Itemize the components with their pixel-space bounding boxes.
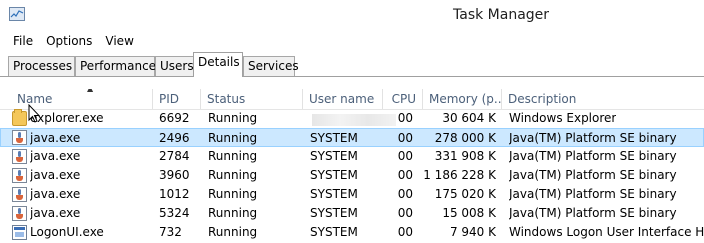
sort-ascending-icon: ▲ [87, 89, 93, 94]
process-pid: 732 [159, 225, 182, 239]
process-pid: 1012 [159, 187, 190, 201]
table-row-selected[interactable]: java.exe 2496 Running SYSTEM 00 278 000 … [0, 128, 704, 147]
table-row[interactable]: java.exe 1012 Running SYSTEM 00 175 020 … [0, 185, 704, 204]
process-name: java.exe [30, 168, 81, 182]
process-user: SYSTEM [310, 206, 358, 220]
process-description: Java(TM) Platform SE binary [509, 149, 677, 163]
window-title: Task Manager [453, 7, 550, 23]
table-row[interactable]: java.exe 5324 Running SYSTEM 00 15 008 K… [0, 204, 704, 223]
process-status: Running [208, 111, 258, 125]
process-user: SYSTEM [310, 149, 358, 163]
process-status: Running [208, 149, 258, 163]
process-user: SYSTEM [310, 131, 358, 145]
process-status: Running [208, 187, 258, 201]
process-pid: 5324 [159, 206, 190, 220]
menu-bar: File Options View [0, 32, 704, 52]
table-row[interactable]: java.exe 2784 Running SYSTEM 00 331 908 … [0, 147, 704, 166]
tab-strip: Processes Performance Users Details Serv… [8, 52, 704, 77]
process-memory: 7 940 K [449, 225, 496, 239]
table-row[interactable]: LogonUI.exe 732 Running SYSTEM 00 7 940 … [0, 223, 704, 242]
process-name: LogonUI.exe [30, 225, 104, 239]
menu-file[interactable]: File [0, 32, 39, 52]
tab-processes[interactable]: Processes [8, 56, 75, 76]
process-name: explorer.exe [30, 111, 104, 125]
process-user: SYSTEM [310, 187, 358, 201]
menu-view[interactable]: View [98, 32, 139, 52]
process-pid: 2496 [159, 131, 190, 145]
column-header-status[interactable]: Status [201, 89, 303, 109]
process-name: java.exe [30, 149, 81, 163]
process-memory: 15 008 K [442, 206, 496, 220]
process-status: Running [208, 206, 258, 220]
process-user: SYSTEM [310, 225, 358, 239]
process-name: java.exe [30, 131, 81, 145]
tab-performance[interactable]: Performance [75, 56, 156, 76]
column-header-description[interactable]: Description [502, 89, 704, 109]
column-header-memory[interactable]: Memory (p... [423, 89, 502, 109]
mouse-cursor-icon [28, 104, 40, 123]
task-manager-icon [9, 7, 25, 21]
column-header-username[interactable]: User name [303, 89, 383, 109]
process-status: Running [208, 131, 258, 145]
process-description: Java(TM) Platform SE binary [509, 131, 677, 145]
java-icon [12, 130, 27, 145]
process-memory: 1 186 228 K [423, 168, 496, 182]
java-icon [12, 149, 27, 164]
process-description: Java(TM) Platform SE binary [509, 187, 677, 201]
tab-services[interactable]: Services [243, 56, 299, 76]
process-memory: 278 000 K [434, 131, 496, 145]
redacted-username [312, 114, 396, 126]
process-memory: 30 604 K [442, 111, 496, 125]
process-cpu: 00 [397, 149, 413, 163]
process-user: SYSTEM [310, 168, 358, 182]
process-description: Java(TM) Platform SE binary [509, 206, 677, 220]
process-pid: 2784 [159, 149, 190, 163]
title-bar[interactable]: Task Manager [0, 0, 704, 32]
column-header-cpu[interactable]: CPU [383, 89, 423, 109]
process-cpu: 00 [397, 168, 413, 182]
tab-details[interactable]: Details [193, 52, 243, 77]
process-pid: 3960 [159, 168, 190, 182]
process-status: Running [208, 168, 258, 182]
process-pid: 6692 [159, 111, 190, 125]
process-cpu: 00 [397, 225, 413, 239]
tab-users[interactable]: Users [155, 56, 195, 76]
folder-icon [12, 109, 27, 126]
java-icon [12, 168, 27, 183]
process-cpu: 00 [397, 131, 413, 145]
process-memory: 331 908 K [434, 149, 496, 163]
java-icon [12, 206, 27, 221]
process-cpu: 00 [397, 206, 413, 220]
process-description: Windows Explorer [509, 111, 617, 125]
column-header-row: ▲ Name PID Status User name CPU Memory (… [0, 89, 704, 110]
process-name: java.exe [30, 187, 81, 201]
logon-icon [12, 225, 27, 240]
table-row[interactable]: java.exe 3960 Running SYSTEM 00 1 186 22… [0, 166, 704, 185]
menu-options[interactable]: Options [39, 32, 98, 52]
process-description: Java(TM) Platform SE binary [509, 168, 677, 182]
process-cpu: 00 [397, 187, 413, 201]
column-header-pid[interactable]: PID [153, 89, 201, 109]
process-status: Running [208, 225, 258, 239]
process-name: java.exe [30, 206, 81, 220]
process-description: Windows Logon User Interface Host [509, 225, 704, 239]
tab-divider [0, 76, 704, 77]
process-memory: 175 020 K [434, 187, 496, 201]
java-icon [12, 187, 27, 202]
